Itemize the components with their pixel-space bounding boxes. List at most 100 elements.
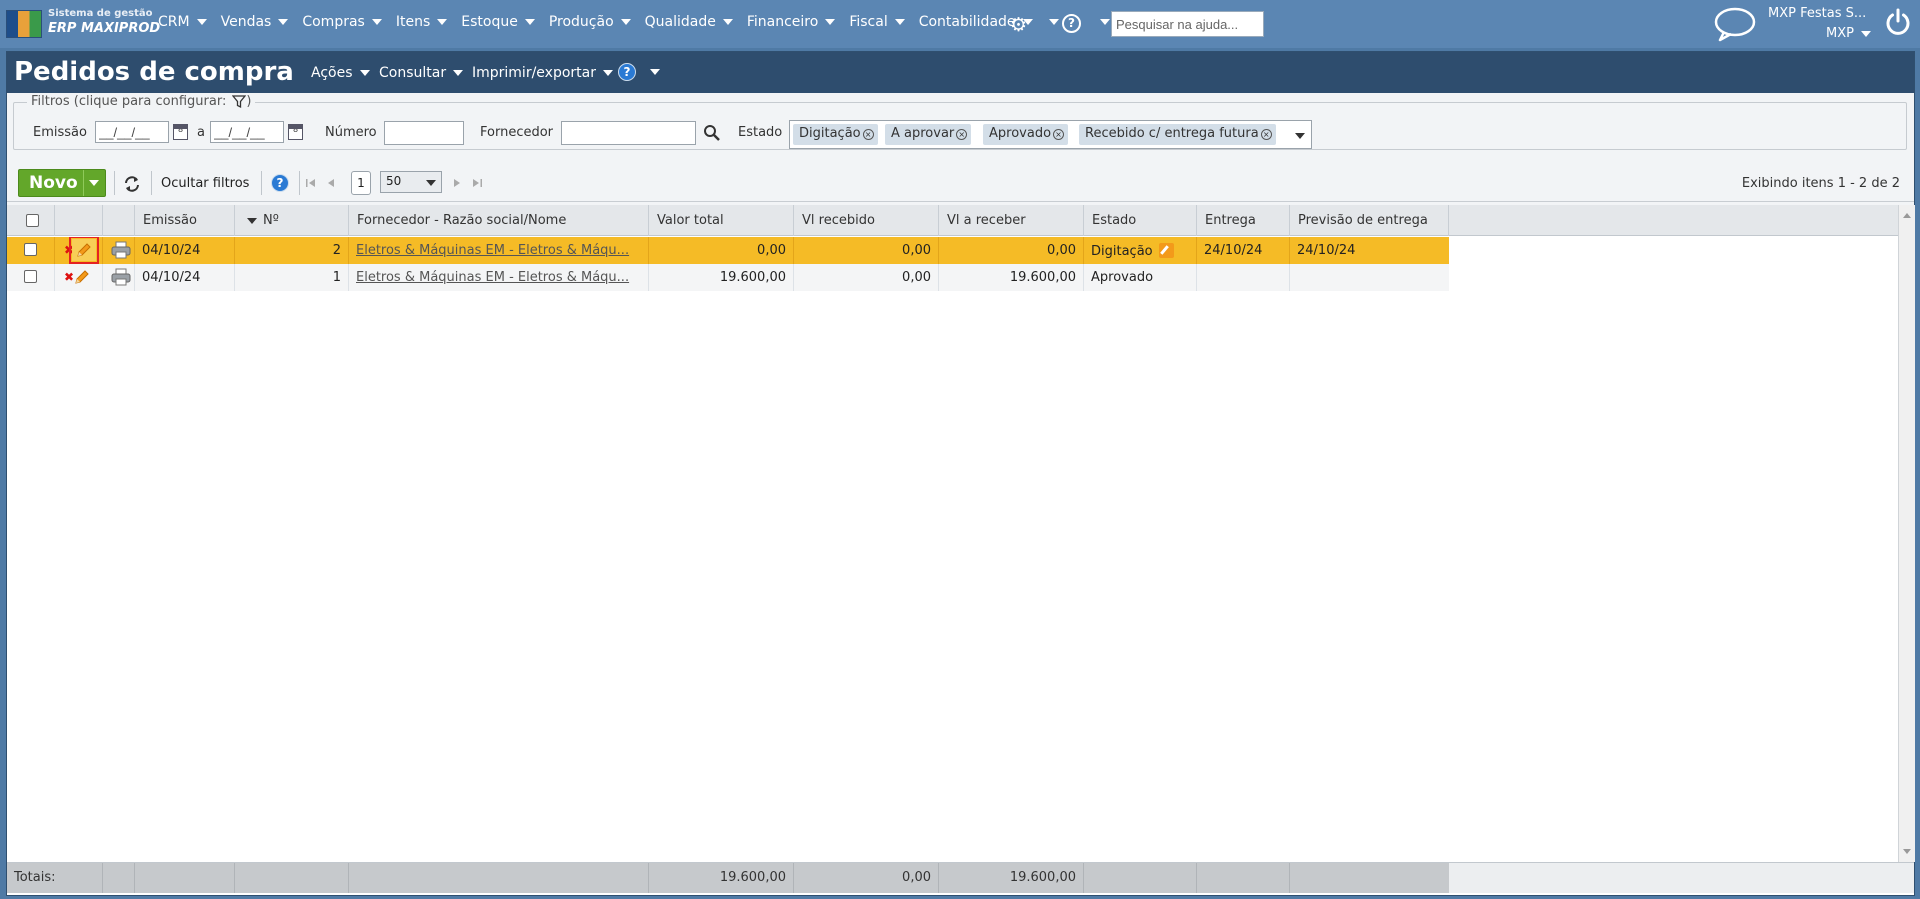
cell-estado: Digitação xyxy=(1084,237,1197,264)
col-vl-a-receber[interactable]: Vl a receber xyxy=(939,205,1084,236)
menu-crm[interactable]: CRM xyxy=(158,14,207,30)
printer-icon[interactable] xyxy=(111,241,131,259)
row-checkbox[interactable] xyxy=(24,270,37,283)
menu-itens[interactable]: Itens xyxy=(396,14,448,30)
row-checkbox[interactable] xyxy=(24,243,37,256)
estado-multiselect[interactable]: Digitação × A aprovar × Aprovado × Recebido… xyxy=(789,120,1312,149)
col-valor-total[interactable]: Valor total xyxy=(649,205,794,236)
col-previsao[interactable]: Previsão de entrega xyxy=(1290,205,1449,236)
fornecedor-input[interactable] xyxy=(561,121,696,145)
help-search-input[interactable] xyxy=(1111,11,1264,37)
printer-icon[interactable] xyxy=(111,268,131,286)
filters-legend[interactable]: Filtros (clique para configurar: ) xyxy=(27,94,256,109)
chevron-down-icon[interactable] xyxy=(1295,133,1305,139)
remove-chip-icon[interactable]: × xyxy=(1260,129,1272,140)
menu-imprimir-exportar[interactable]: Imprimir/exportar xyxy=(472,65,613,81)
col-numero[interactable]: Nº xyxy=(235,205,349,236)
user-org-menu[interactable]: MXP xyxy=(1826,26,1871,41)
numero-input[interactable] xyxy=(384,121,464,145)
menu-compras[interactable]: Compras xyxy=(302,14,382,30)
menu-producao[interactable]: Produção xyxy=(549,14,631,30)
cell-valor-total: 0,00 xyxy=(649,237,794,264)
totals-filler xyxy=(1449,863,1914,893)
caret-down-icon xyxy=(825,19,836,25)
print-header xyxy=(103,205,135,236)
col-numero-label: Nº xyxy=(263,213,279,228)
funnel-icon[interactable] xyxy=(232,94,247,109)
menu-vendas[interactable]: Vendas xyxy=(221,14,289,30)
menu-fiscal[interactable]: Fiscal xyxy=(849,14,905,30)
menu-label: Estoque xyxy=(461,14,518,30)
col-entrega[interactable]: Entrega xyxy=(1197,205,1290,236)
novo-button[interactable]: Novo xyxy=(18,169,106,197)
fornecedor-label: Fornecedor xyxy=(480,125,554,140)
totals-row: Totais: 19.600,00 0,00 19.600,00 xyxy=(7,862,1914,893)
remove-chip-icon[interactable]: × xyxy=(862,129,874,140)
estado-chip-aprovado[interactable]: Aprovado × xyxy=(983,124,1069,145)
app-logo[interactable]: Sistema de gestão ERP MAXIPROD xyxy=(6,8,160,40)
emissao-from-input[interactable] xyxy=(95,121,169,143)
col-emissao[interactable]: Emissão xyxy=(135,205,235,236)
chip-label: Recebido c/ entrega futura xyxy=(1085,126,1259,141)
menu-financeiro[interactable]: Financeiro xyxy=(746,14,836,30)
menu-label: Ações xyxy=(311,65,353,81)
remove-chip-icon[interactable]: × xyxy=(1053,129,1065,140)
page-number-input[interactable]: 1 xyxy=(351,171,371,195)
edit-pencil-icon[interactable] xyxy=(73,268,91,286)
select-all-checkbox[interactable] xyxy=(26,214,39,227)
estado-chip-a-aprovar[interactable]: A aprovar × xyxy=(885,124,972,145)
menu-label: Compras xyxy=(302,14,365,30)
scroll-down-icon[interactable] xyxy=(1903,849,1911,854)
calendar-icon[interactable]: 8 xyxy=(173,124,188,140)
gear-icon[interactable]: ⚙ xyxy=(1010,14,1027,36)
first-page-icon[interactable] xyxy=(305,177,317,189)
col-vl-recebido[interactable]: Vl recebido xyxy=(794,205,939,236)
help-icon: ? xyxy=(618,63,636,81)
scroll-up-icon[interactable] xyxy=(1903,213,1911,218)
estado-chip-recebido[interactable]: Recebido c/ entrega futura × xyxy=(1079,124,1276,145)
menu-label: Vendas xyxy=(220,14,272,30)
remove-chip-icon[interactable]: × xyxy=(956,129,968,140)
novo-dropdown-button[interactable] xyxy=(83,170,105,196)
filters-area: Filtros (clique para configurar: ) Emiss… xyxy=(7,93,1914,207)
fornecedor-link[interactable]: Eletros & Máquinas EM - Eletros & Máqu..… xyxy=(356,270,629,285)
chat-icon[interactable] xyxy=(1712,6,1756,42)
help-icon[interactable]: ? xyxy=(1062,14,1081,33)
edit-pencil-icon[interactable] xyxy=(69,237,99,264)
menu-estoque[interactable]: Estoque xyxy=(461,14,535,30)
last-page-icon[interactable] xyxy=(471,177,483,189)
separator xyxy=(114,171,115,195)
refresh-icon[interactable] xyxy=(123,175,141,193)
help-caret-icon[interactable] xyxy=(1100,19,1110,25)
cell-previsao xyxy=(1290,264,1449,291)
fornecedor-link[interactable]: Eletros & Máquinas EM - Eletros & Máqu..… xyxy=(356,243,629,258)
emissao-to-input[interactable] xyxy=(210,121,284,143)
prev-page-icon[interactable] xyxy=(325,177,337,189)
table-row[interactable]: ✖ 04/10/24 1 Eletros & Máquinas EM - Ele… xyxy=(7,264,1449,291)
page-help[interactable]: ? xyxy=(618,63,660,81)
power-icon[interactable] xyxy=(1884,8,1912,36)
next-page-icon[interactable] xyxy=(451,177,463,189)
table-row[interactable]: ✖ 04/10/24 2 Eletros & Máquinas EM - Ele… xyxy=(7,237,1449,264)
help-icon[interactable]: ? xyxy=(271,174,289,192)
edit-estado-icon[interactable] xyxy=(1158,243,1174,258)
settings-caret-icon[interactable] xyxy=(1049,19,1059,25)
calendar-icon[interactable]: 8 xyxy=(288,124,303,140)
menu-acoes[interactable]: Ações xyxy=(311,65,370,81)
search-icon[interactable] xyxy=(703,124,721,142)
col-fornecedor[interactable]: Fornecedor - Razão social/Nome xyxy=(349,205,649,236)
estado-text: Digitação xyxy=(1091,244,1153,259)
menu-consultar[interactable]: Consultar xyxy=(379,65,464,81)
menu-label: Financeiro xyxy=(746,14,819,30)
page-size-select[interactable]: 50 xyxy=(380,171,442,193)
estado-chip-digitacao[interactable]: Digitação × xyxy=(793,124,878,145)
menu-qualidade[interactable]: Qualidade xyxy=(645,14,733,30)
col-estado[interactable]: Estado xyxy=(1084,205,1197,236)
page-size-value: 50 xyxy=(386,174,402,188)
ocultar-filtros-button[interactable]: Ocultar filtros xyxy=(161,176,249,191)
user-company-name[interactable]: MXP Festas S... xyxy=(1768,6,1866,21)
caret-down-icon xyxy=(524,19,535,25)
caret-down-icon xyxy=(196,19,207,25)
cell-emissao: 04/10/24 xyxy=(135,264,235,291)
grid-scrollbar[interactable] xyxy=(1898,205,1915,862)
